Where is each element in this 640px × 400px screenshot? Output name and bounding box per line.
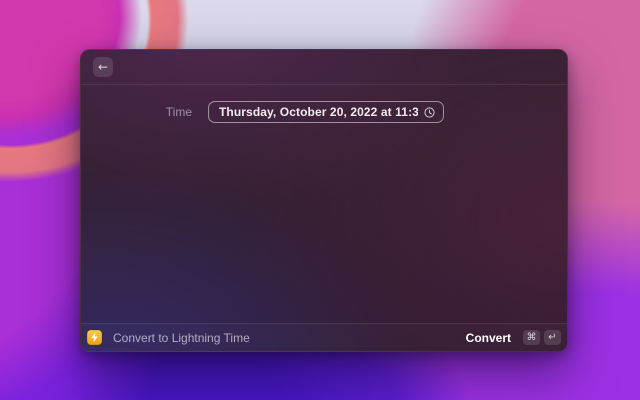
window-header: ←: [81, 50, 567, 85]
desktop-wallpaper: ← Time Thursday, October 20, 2022 at 11:…: [0, 0, 640, 400]
convert-action[interactable]: Convert ⌘ ↵: [466, 330, 561, 345]
form-area: Time Thursday, October 20, 2022 at 11:38…: [81, 85, 567, 323]
return-key-icon: ↵: [544, 330, 561, 345]
time-label: Time: [165, 105, 192, 119]
time-form-row: Time Thursday, October 20, 2022 at 11:38…: [81, 101, 567, 123]
command-title: Convert to Lightning Time: [113, 330, 250, 345]
lightning-bolt-icon: [87, 330, 102, 345]
cmd-key-icon: ⌘: [523, 330, 540, 345]
time-datepicker-field[interactable]: Thursday, October 20, 2022 at 11:38 PM: [208, 101, 444, 123]
action-bar: Convert to Lightning Time Convert ⌘ ↵: [81, 323, 567, 351]
raycast-window: ← Time Thursday, October 20, 2022 at 11:…: [80, 49, 568, 352]
back-arrow-icon: ←: [97, 60, 109, 74]
clock-icon[interactable]: [424, 106, 435, 118]
convert-label: Convert: [465, 330, 511, 345]
back-button[interactable]: ←: [93, 57, 113, 77]
time-value: Thursday, October 20, 2022 at 11:38 PM: [219, 105, 418, 119]
